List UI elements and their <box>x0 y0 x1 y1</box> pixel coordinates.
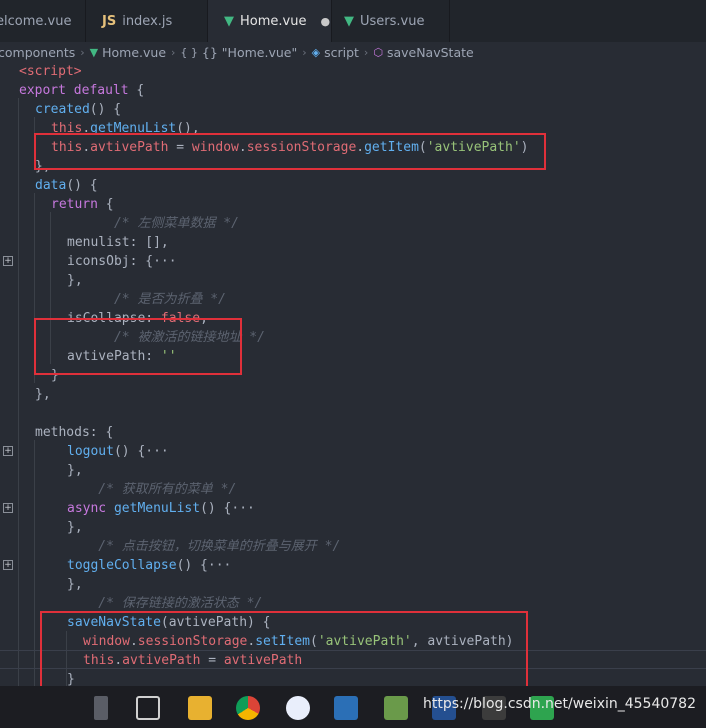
search-icon[interactable] <box>94 696 108 720</box>
code-line: /* 点击按钮，切换菜单的折叠与展开 */ <box>0 537 340 556</box>
comment: /* 保存链接的激活状态 */ <box>67 596 263 611</box>
code-line: async getMenuList() {··· <box>67 501 255 516</box>
app-icon[interactable] <box>286 696 310 720</box>
app-icon-3[interactable] <box>384 696 408 720</box>
highlight-box-created <box>34 133 546 170</box>
js-icon: JS <box>102 13 117 29</box>
code-line: toggleCollapse() {··· <box>67 558 232 573</box>
code-editor[interactable]: <script> export default { created() { th… <box>0 62 706 686</box>
comment: /* 点击按钮，切换菜单的折叠与展开 */ <box>67 539 341 554</box>
task-view-icon[interactable] <box>136 696 160 720</box>
code-line: }, <box>67 463 83 478</box>
breadcrumb-item-file[interactable]: Home.vue <box>102 45 166 60</box>
vue-icon: ▼ <box>224 13 234 29</box>
code-line: logout() {··· <box>67 444 169 459</box>
comment: /* 获取所有的菜单 */ <box>67 482 237 497</box>
method-icon: ⬡ <box>373 45 383 59</box>
highlight-box-data <box>34 318 242 375</box>
code-text: created <box>35 102 90 117</box>
breadcrumb-item-script[interactable]: script <box>324 45 359 60</box>
modified-dot-icon[interactable]: ● <box>320 15 330 28</box>
tab-users-vue[interactable]: ▼ Users.vue <box>332 0 450 42</box>
code-text: export default <box>19 83 129 98</box>
chevron-right-icon: › <box>363 45 369 59</box>
chevron-right-icon: › <box>80 45 85 59</box>
cube-icon: ◈ <box>311 45 321 59</box>
code-line: }, <box>67 273 83 288</box>
highlight-box-method <box>40 611 528 686</box>
editor-tab-bar: elcome.vue JS index.js ▼ Home.vue ● ▼ Us… <box>0 0 706 42</box>
code-line: <script> <box>0 62 82 81</box>
chrome-icon[interactable] <box>236 696 260 720</box>
tab-home-vue[interactable]: ▼ Home.vue ● <box>208 0 332 42</box>
file-explorer-icon[interactable] <box>188 696 212 720</box>
code-line: iconsObj: {··· <box>67 254 177 269</box>
code-line: methods: { <box>35 425 114 440</box>
code-line: return { <box>51 197 114 212</box>
code-line: }, <box>67 520 83 535</box>
chevron-right-icon: › <box>171 45 176 59</box>
tab-welcome[interactable]: elcome.vue <box>0 0 86 42</box>
breadcrumb-item-method[interactable]: saveNavState <box>387 45 474 60</box>
watermark-text: https://blog.csdn.net/weixin_45540782 <box>422 696 696 712</box>
breadcrumb-item-components[interactable]: components <box>0 45 75 60</box>
tab-label: Users.vue <box>360 13 425 29</box>
breadcrumb-item-module[interactable]: {} "Home.vue" <box>202 45 297 60</box>
code-line: }, <box>35 387 51 402</box>
tab-label: elcome.vue <box>0 13 72 29</box>
code-line: export default { <box>19 83 145 98</box>
vue-icon: ▼ <box>89 45 99 59</box>
breadcrumb: components › ▼ Home.vue › { } {} "Home.v… <box>0 42 706 62</box>
tab-label: index.js <box>122 13 173 29</box>
comment: /* 是否为折叠 */ <box>67 292 226 307</box>
code-line: created() { <box>35 102 122 117</box>
vue-icon: ▼ <box>344 13 354 29</box>
braces-icon: { } <box>180 45 198 59</box>
code-line: menulist: [], <box>67 235 169 250</box>
code-line: /* 是否为折叠 */ <box>0 290 226 309</box>
tab-label: Home.vue <box>240 13 307 29</box>
code-line: /* 左侧菜单数据 */ <box>0 214 239 233</box>
code-text: <script> <box>19 64 82 79</box>
tab-index-js[interactable]: JS index.js <box>86 0 208 42</box>
windows-taskbar: https://blog.csdn.net/weixin_45540782 <box>0 686 706 728</box>
chevron-right-icon: › <box>302 45 307 59</box>
code-line: data() { <box>35 178 98 193</box>
comment: /* 左侧菜单数据 */ <box>67 216 239 231</box>
app-icon-2[interactable] <box>334 696 358 720</box>
code-line: }, <box>67 577 83 592</box>
code-line: /* 获取所有的菜单 */ <box>0 480 236 499</box>
